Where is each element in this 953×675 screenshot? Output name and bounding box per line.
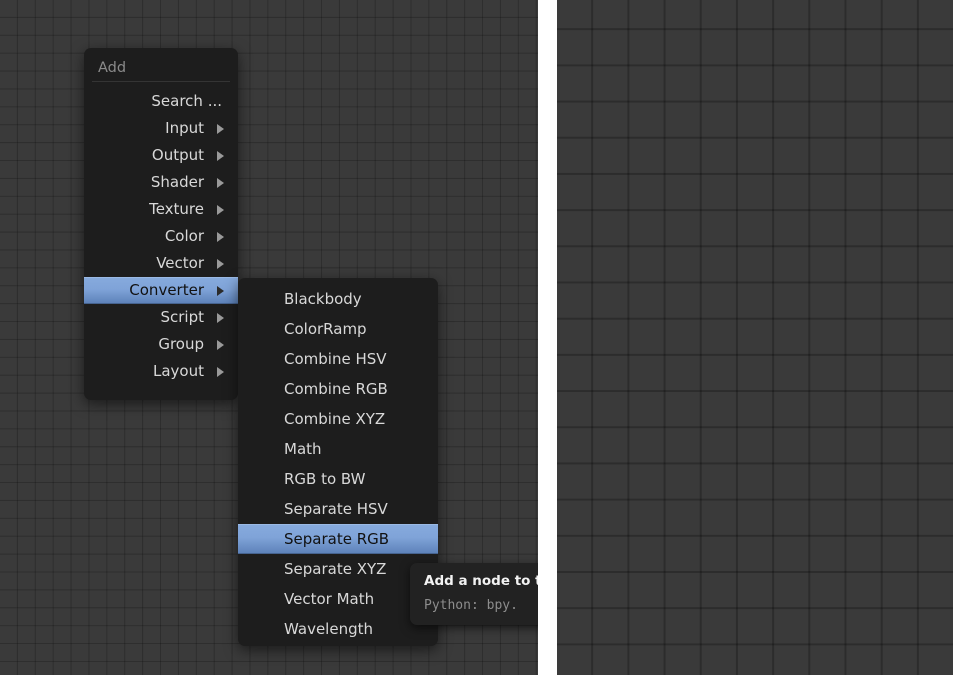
submenu-item-label: Separate XYZ <box>284 560 387 578</box>
menu-item-label: Layout <box>153 362 204 380</box>
chevron-right-icon <box>217 150 224 161</box>
submenu-item-label: Separate HSV <box>284 500 388 518</box>
submenu-item-label: Combine RGB <box>284 380 388 398</box>
menu-item-group[interactable]: Group <box>84 331 238 358</box>
submenu-item-label: Blackbody <box>284 290 362 308</box>
submenu-item-label: Vector Math <box>284 590 375 608</box>
menu-item-label: Search ... <box>151 92 222 110</box>
menu-item-label: Script <box>160 308 204 326</box>
add-menu[interactable]: Add Search ... Input Output Shader Textu… <box>84 48 238 400</box>
add-menu-title: Add <box>98 60 127 76</box>
menu-item-label: Texture <box>149 200 204 218</box>
submenu-item-label: Combine XYZ <box>284 410 386 428</box>
menu-item-label: Vector <box>156 254 204 272</box>
node-editor-right[interactable]: Separate RGB R G B Image <box>557 0 953 675</box>
menu-item-color[interactable]: Color <box>84 223 238 250</box>
submenu-item-wavelength[interactable]: Wavelength <box>238 614 438 644</box>
grid-background-right <box>557 0 953 675</box>
chevron-right-icon <box>217 123 224 134</box>
submenu-item-label: Combine HSV <box>284 350 387 368</box>
menu-item-input[interactable]: Input <box>84 115 238 142</box>
submenu-item-colorramp[interactable]: ColorRamp <box>238 314 438 344</box>
menu-item-label: Converter <box>129 281 204 299</box>
menu-item-script[interactable]: Script <box>84 304 238 331</box>
submenu-item-combine-rgb[interactable]: Combine RGB <box>238 374 438 404</box>
chevron-right-icon <box>217 204 224 215</box>
converter-submenu[interactable]: Blackbody ColorRamp Combine HSV Combine … <box>238 278 438 646</box>
menu-item-shader[interactable]: Shader <box>84 169 238 196</box>
menu-item-label: Color <box>164 227 204 245</box>
menu-item-label: Shader <box>150 173 204 191</box>
menu-item-converter[interactable]: Converter <box>84 277 238 304</box>
submenu-item-label: RGB to BW <box>284 470 366 488</box>
submenu-item-label: Separate RGB <box>284 530 390 548</box>
menu-item-vector[interactable]: Vector <box>84 250 238 277</box>
chevron-right-icon <box>217 231 224 242</box>
chevron-right-icon <box>217 177 224 188</box>
tooltip-python-path: Python: bpy. <box>424 598 518 613</box>
tooltip: Add a node to t Python: bpy. <box>410 563 538 625</box>
menu-item-layout[interactable]: Layout <box>84 358 238 385</box>
chevron-right-icon <box>217 285 224 296</box>
node-editor-left[interactable]: Add Search ... Input Output Shader Textu… <box>0 0 538 675</box>
chevron-right-icon <box>217 312 224 323</box>
submenu-item-separate-rgb[interactable]: Separate RGB <box>238 524 438 554</box>
submenu-item-rgb-to-bw[interactable]: RGB to BW <box>238 464 438 494</box>
submenu-item-combine-hsv[interactable]: Combine HSV <box>238 344 438 374</box>
submenu-item-vector-math[interactable]: Vector Math <box>238 584 438 614</box>
submenu-item-label: ColorRamp <box>284 320 367 338</box>
tooltip-description: Add a node to t <box>424 573 538 589</box>
menu-divider <box>92 81 230 82</box>
submenu-item-separate-hsv[interactable]: Separate HSV <box>238 494 438 524</box>
menu-item-texture[interactable]: Texture <box>84 196 238 223</box>
menu-item-label: Group <box>158 335 204 353</box>
submenu-item-label: Wavelength <box>284 620 373 638</box>
chevron-right-icon <box>217 339 224 350</box>
menu-item-label: Output <box>151 146 204 164</box>
submenu-item-blackbody[interactable]: Blackbody <box>238 284 438 314</box>
submenu-item-label: Math <box>284 440 322 458</box>
submenu-item-math[interactable]: Math <box>238 434 438 464</box>
submenu-item-separate-xyz[interactable]: Separate XYZ <box>238 554 438 584</box>
chevron-right-icon <box>217 366 224 377</box>
submenu-item-combine-xyz[interactable]: Combine XYZ <box>238 404 438 434</box>
menu-item-search[interactable]: Search ... <box>84 88 238 115</box>
menu-item-output[interactable]: Output <box>84 142 238 169</box>
chevron-right-icon <box>217 258 224 269</box>
menu-item-label: Input <box>165 119 204 137</box>
